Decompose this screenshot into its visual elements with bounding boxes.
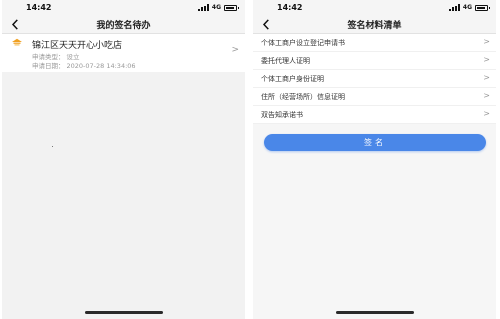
- material-item[interactable]: 个体工商户身份证明 >: [253, 70, 496, 88]
- speck: [52, 146, 53, 147]
- material-item[interactable]: 双告知承诺书 >: [253, 106, 496, 124]
- material-item[interactable]: 委托代理人证明 >: [253, 52, 496, 70]
- application-date-label: 申请日期：: [32, 62, 65, 70]
- chevron-right-icon: >: [483, 91, 490, 100]
- application-date-value: 2020-07-28 14:34:06: [66, 62, 136, 70]
- page-title: 我的签名待办: [96, 21, 151, 31]
- battery-icon: [475, 4, 490, 11]
- material-item[interactable]: 个体工商户设立登记申请书 >: [253, 34, 496, 52]
- material-label: 住所（经营场所）信息证明: [261, 93, 345, 101]
- chevron-right-icon: >: [483, 109, 490, 118]
- status-bar: 14:42 4G: [2, 0, 245, 15]
- material-label: 双告知承诺书: [261, 111, 303, 119]
- network-type: 4G: [211, 4, 221, 11]
- status-indicators: 4G: [197, 3, 239, 12]
- application-card[interactable]: 锦江区天天开心小吃店 申请类型： 设立 申请日期： 2020-07-28 14:34…: [2, 34, 245, 72]
- application-date: 申请日期： 2020-07-28 14:34:06: [32, 60, 136, 70]
- status-time: 14:42: [277, 3, 303, 12]
- material-item[interactable]: 住所（经营场所）信息证明 >: [253, 88, 496, 106]
- pending-signatures-screen: 14:42 4G 我的签名待办 锦江区天天开心小吃店 申请类型： 设立 申请日期：…: [2, 0, 245, 319]
- material-label: 委托代理人证明: [261, 57, 310, 65]
- page-title: 签名材料清单: [347, 21, 402, 31]
- battery-icon: [224, 4, 239, 11]
- chevron-right-icon: >: [231, 45, 239, 55]
- home-indicator: [335, 311, 414, 314]
- material-label: 个体工商户身份证明: [261, 75, 324, 83]
- home-indicator: [84, 311, 163, 314]
- status-indicators: 4G: [448, 3, 490, 12]
- chevron-right-icon: >: [483, 37, 490, 46]
- chevron-right-icon: >: [483, 73, 490, 82]
- network-type: 4G: [462, 4, 472, 11]
- sign-button[interactable]: 签名: [264, 134, 486, 151]
- shop-roof-icon: [12, 38, 22, 46]
- nav-bar: 我的签名待办: [2, 15, 245, 34]
- nav-bar: 签名材料清单: [253, 15, 496, 34]
- status-time: 14:42: [26, 3, 52, 12]
- shop-name: 锦江区天天开心小吃店: [32, 41, 123, 51]
- signal-icon: [197, 4, 209, 11]
- material-list: 个体工商户设立登记申请书 > 委托代理人证明 > 个体工商户身份证明 > 住所（…: [253, 34, 496, 124]
- signal-icon: [448, 4, 460, 11]
- material-label: 个体工商户设立登记申请书: [261, 39, 345, 47]
- chevron-right-icon: >: [483, 55, 490, 64]
- signature-materials-screen: 14:42 4G 签名材料清单 个体工商户设立登记申请书 > 委托代理人证明 >…: [253, 0, 496, 319]
- status-bar: 14:42 4G: [253, 0, 496, 15]
